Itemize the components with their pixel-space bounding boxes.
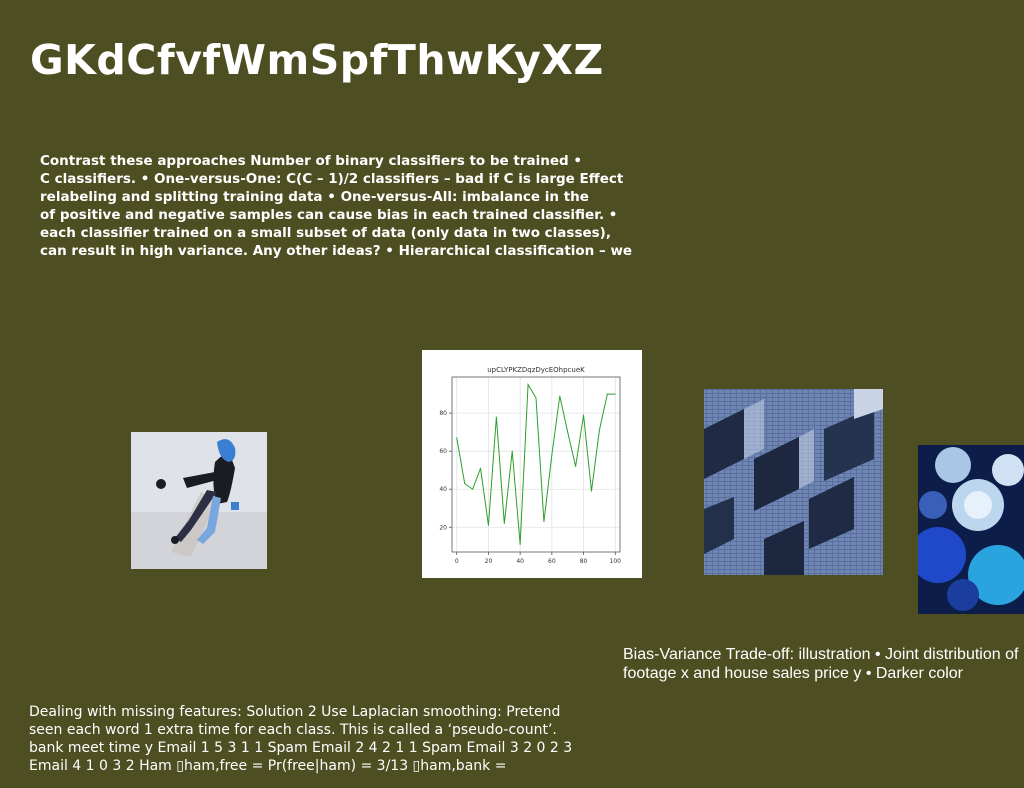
data-point [559, 395, 561, 397]
data-point [527, 384, 529, 386]
data-point [598, 429, 600, 431]
y-tick-label: 40 [439, 486, 447, 493]
data-point [464, 483, 466, 485]
y-tick-label: 80 [439, 410, 447, 417]
missing-features-text: Dealing with missing features: Solution … [29, 704, 573, 774]
data-point [567, 431, 569, 433]
x-tick-label: 40 [516, 558, 524, 565]
y-tick-label: 20 [439, 524, 447, 531]
data-point [519, 543, 521, 545]
y-tick-label: 60 [439, 448, 447, 455]
data-point [543, 521, 545, 523]
data-point [575, 465, 577, 467]
slide-title: GKdCfvfWmSpfThwKyXZ [30, 36, 604, 84]
x-tick-label: 100 [610, 558, 622, 565]
x-tick-label: 60 [548, 558, 556, 565]
series-line [456, 382, 616, 545]
data-point [535, 397, 537, 399]
data-point [583, 414, 585, 416]
data-point [456, 437, 458, 439]
data-point [472, 488, 474, 490]
building-photo [704, 389, 883, 575]
data-point [590, 490, 592, 492]
body-paragraph: Contrast these approaches Number of bina… [40, 153, 633, 259]
data-point [495, 416, 497, 418]
data-point [511, 450, 513, 452]
flowers-photo [918, 445, 1024, 614]
bias-variance-caption: Bias-Variance Trade-off: illustration • … [623, 646, 1019, 682]
data-point [503, 522, 505, 524]
data-point [551, 454, 553, 456]
data-point [606, 393, 608, 395]
x-tick-label: 80 [580, 558, 588, 565]
chart-plot: upCLYPKZDqzDycEOhpcueK 0 20 40 60 80 100 20 40 60… [439, 366, 622, 565]
data-point [487, 524, 489, 526]
data-point [614, 393, 616, 395]
skater-photo [131, 432, 267, 569]
chart-title: upCLYPKZDqzDycEOhpcueK [487, 366, 585, 374]
x-tick-label: 20 [485, 558, 493, 565]
data-point [480, 467, 482, 469]
line-chart: upCLYPKZDqzDycEOhpcueK 0 20 40 60 80 100 20 40 60… [422, 350, 642, 578]
x-tick-label: 0 [455, 558, 459, 565]
